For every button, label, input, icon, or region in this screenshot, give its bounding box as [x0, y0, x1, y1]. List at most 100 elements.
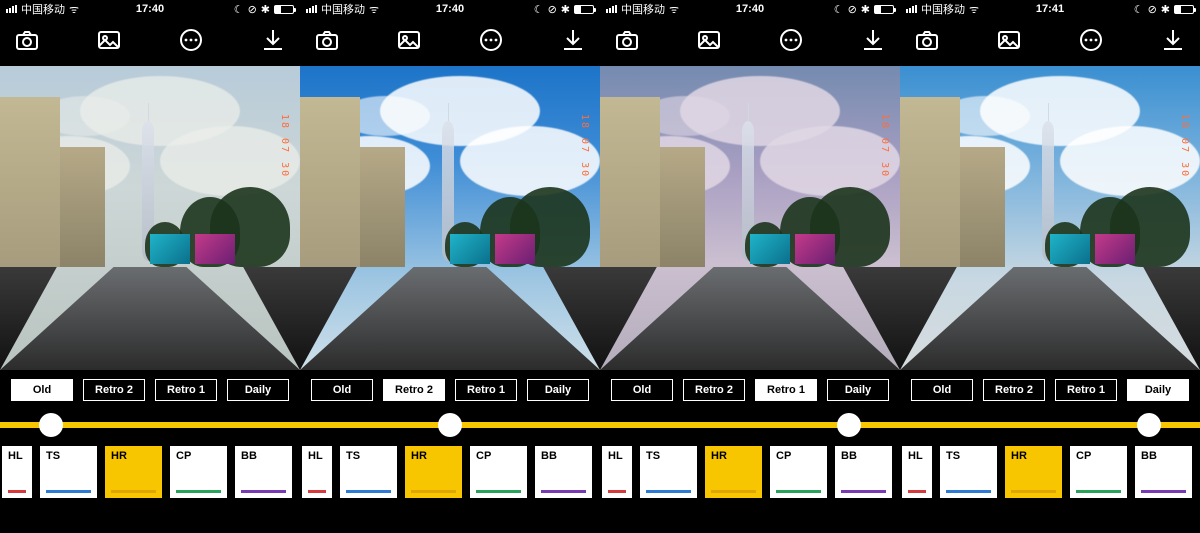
download-icon: [1160, 27, 1186, 53]
effect-hr[interactable]: HR: [105, 446, 162, 498]
download-icon: [860, 27, 886, 53]
effect-hl[interactable]: HL: [302, 446, 332, 498]
effect-color-bar: [46, 490, 91, 493]
preset-old[interactable]: Old: [911, 379, 973, 401]
effect-strip[interactable]: HLTSHR CP BB: [0, 440, 300, 504]
preset-retro2[interactable]: Retro 2: [683, 379, 745, 401]
slider-thumb[interactable]: [1137, 413, 1161, 437]
effect-cp[interactable]: CP: [1070, 446, 1127, 498]
preset-retro1[interactable]: Retro 1: [455, 379, 517, 401]
camera-button[interactable]: [914, 27, 940, 58]
preset-daily[interactable]: Daily: [1127, 379, 1189, 401]
preset-old[interactable]: Old: [611, 379, 673, 401]
slider-thumb[interactable]: [39, 413, 63, 437]
camera-icon: [14, 27, 40, 53]
battery-icon: [1174, 5, 1194, 14]
more-button[interactable]: [778, 27, 804, 58]
top-toolbar: [900, 18, 1200, 66]
preset-retro1[interactable]: Retro 1: [755, 379, 817, 401]
effect-hl[interactable]: HL: [602, 446, 632, 498]
effect-color-bar: [541, 490, 586, 493]
effect-label: BB: [841, 450, 857, 462]
preset-old[interactable]: Old: [11, 379, 73, 401]
effect-cp[interactable]: CP: [470, 446, 527, 498]
effect-cp[interactable]: CP: [770, 446, 827, 498]
more-button[interactable]: [1078, 27, 1104, 58]
screen-1: 中国移动ᯤ17:40☾⊘✱ 18 07 30 Old Retro 2 Retro 1 Da…: [300, 0, 600, 533]
effect-label: BB: [1141, 450, 1157, 462]
preset-retro1[interactable]: Retro 1: [155, 379, 217, 401]
download-button[interactable]: [1160, 27, 1186, 58]
effect-hr[interactable]: HR: [405, 446, 462, 498]
footer-spacer: [0, 504, 300, 533]
intensity-slider[interactable]: [300, 410, 600, 440]
download-button[interactable]: [860, 27, 886, 58]
gallery-button[interactable]: [96, 27, 122, 58]
camera-icon: [614, 27, 640, 53]
effect-bb[interactable]: BB: [1135, 446, 1192, 498]
camera-button[interactable]: [314, 27, 340, 58]
effect-strip[interactable]: HL TSHRCP BB: [900, 440, 1200, 504]
screen-3: 中国移动ᯤ17:41☾⊘✱ 18 07 30 Old Retro 2 Retro 1 Da…: [900, 0, 1200, 533]
effect-label: TS: [346, 450, 360, 462]
top-toolbar: [300, 18, 600, 66]
preset-retro2[interactable]: Retro 2: [983, 379, 1045, 401]
camera-icon: [314, 27, 340, 53]
battery-icon: [274, 5, 294, 14]
date-stamp: 18 07 30: [879, 114, 890, 178]
more-icon: [178, 27, 204, 53]
effect-hr[interactable]: HR: [705, 446, 762, 498]
effect-ts[interactable]: TS: [340, 446, 397, 498]
camera-button[interactable]: [614, 27, 640, 58]
effect-bb[interactable]: BB: [235, 446, 292, 498]
photo-preview: 18 07 30: [600, 66, 900, 370]
effect-color-bar: [841, 490, 886, 493]
effect-bb[interactable]: BB: [835, 446, 892, 498]
gallery-button[interactable]: [996, 27, 1022, 58]
effect-label: CP: [776, 450, 791, 462]
preset-retro2[interactable]: Retro 2: [83, 379, 145, 401]
status-bar: 中国移动ᯤ17:40☾⊘✱: [300, 0, 600, 18]
clock: 17:41: [900, 3, 1200, 15]
gallery-button[interactable]: [396, 27, 422, 58]
effect-strip[interactable]: HL TS HRCPBB: [300, 440, 600, 504]
preset-old[interactable]: Old: [311, 379, 373, 401]
screen-2: 中国移动ᯤ17:40☾⊘✱18 07 30OldRetro 2Retro 1Da…: [600, 0, 900, 533]
photo-preview: 18 07 30: [0, 66, 300, 370]
download-button[interactable]: [560, 27, 586, 58]
effect-ts[interactable]: TS: [940, 446, 997, 498]
effect-label: CP: [176, 450, 191, 462]
effect-label: HL: [908, 450, 923, 462]
effect-color-bar: [308, 490, 326, 493]
effect-color-bar: [908, 490, 926, 493]
intensity-slider[interactable]: [900, 410, 1200, 440]
more-button[interactable]: [478, 27, 504, 58]
preset-daily[interactable]: Daily: [527, 379, 589, 401]
effect-color-bar: [646, 490, 691, 493]
slider-thumb[interactable]: [438, 413, 462, 437]
preset-daily[interactable]: Daily: [227, 379, 289, 401]
preset-retro2[interactable]: Retro 2: [383, 379, 445, 401]
effect-hl[interactable]: HL: [902, 446, 932, 498]
effect-ts[interactable]: TS: [640, 446, 697, 498]
effect-cp[interactable]: CP: [170, 446, 227, 498]
gallery-button[interactable]: [696, 27, 722, 58]
preset-retro1[interactable]: Retro 1: [1055, 379, 1117, 401]
effect-bb[interactable]: BB: [535, 446, 592, 498]
effect-hl[interactable]: HL: [2, 446, 32, 498]
status-bar: 中国移动ᯤ17:41☾⊘✱: [900, 0, 1200, 18]
download-button[interactable]: [260, 27, 286, 58]
more-button[interactable]: [178, 27, 204, 58]
effect-strip[interactable]: HLTSHR CP BB: [600, 440, 900, 504]
effect-hr[interactable]: HR: [1005, 446, 1062, 498]
effect-color-bar: [241, 490, 286, 493]
camera-button[interactable]: [14, 27, 40, 58]
intensity-slider[interactable]: [600, 410, 900, 440]
slider-thumb[interactable]: [837, 413, 861, 437]
photo-preview: 18 07 30: [300, 66, 600, 370]
intensity-slider[interactable]: [0, 410, 300, 440]
photo-preview: 18 07 30: [900, 66, 1200, 370]
preset-daily[interactable]: Daily: [827, 379, 889, 401]
effect-color-bar: [411, 490, 456, 493]
effect-ts[interactable]: TS: [40, 446, 97, 498]
